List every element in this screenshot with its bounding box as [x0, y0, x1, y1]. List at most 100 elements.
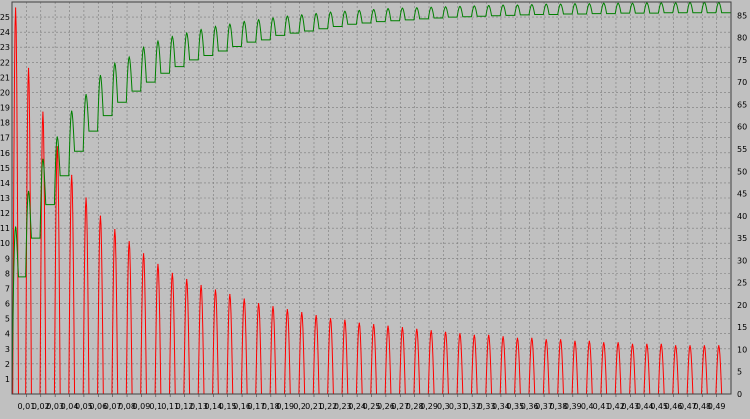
- series-peak-point: [603, 342, 605, 344]
- series-peak-point: [128, 241, 130, 243]
- series-peak-point: [258, 19, 260, 21]
- series-peak-point: [373, 8, 375, 11]
- y-left-tick-label: 17: [0, 134, 10, 143]
- series-peak-point: [157, 263, 159, 265]
- series-peak-point: [99, 215, 102, 217]
- y-left-tick-label: 16: [0, 149, 10, 158]
- series-peak-point: [344, 319, 346, 321]
- series-peak-point: [286, 15, 288, 17]
- series-peak-point: [559, 3, 562, 5]
- series-peak-point: [703, 345, 705, 347]
- chart: 1 2 3 4 5 6 7 8 9 10 11 12 13 14 15 16 17 18 19 20 21 22 23 24 2…: [0, 0, 750, 415]
- y-left-tick-label: 22: [0, 58, 10, 67]
- series-peak-point: [416, 328, 418, 330]
- series-peak-point: [574, 3, 576, 5]
- y-left-tick-label: 6: [5, 300, 10, 309]
- series-peak-point: [617, 2, 619, 4]
- series-peak-point: [272, 305, 274, 308]
- y-right-tick-label: 20: [737, 301, 747, 310]
- series-peak-point: [516, 337, 519, 339]
- series-peak-point: [502, 4, 504, 6]
- series-peak-point: [71, 110, 73, 112]
- series-peak-point: [42, 111, 44, 113]
- series-peak-point: [401, 327, 404, 329]
- x-tick-label: 0,19: [276, 402, 294, 411]
- y-left-tick-label: 1: [5, 375, 10, 384]
- series-peak-point: [114, 62, 116, 65]
- series-peak-point: [200, 284, 202, 287]
- y-left-tick-label: 21: [0, 73, 10, 82]
- y-right-tick-label: 25: [737, 279, 747, 288]
- x-tick-label: 0,39: [564, 402, 582, 411]
- series-peak-point: [315, 315, 317, 317]
- series-peak-point: [617, 342, 619, 344]
- series-peak-point: [689, 345, 691, 347]
- y-left-tick-label: 20: [0, 88, 10, 97]
- series-peak-point: [329, 11, 332, 13]
- x-tick-label: 0,3: [437, 402, 450, 411]
- series-peak-point: [588, 3, 590, 5]
- series-peak-point: [329, 318, 332, 320]
- y-right-tick-label: 85: [737, 11, 747, 20]
- series-peak-point: [186, 278, 188, 281]
- y-left-tick-label: 18: [0, 119, 10, 128]
- series-peak-point: [430, 6, 432, 8]
- y-right-tick-label: 50: [737, 167, 747, 176]
- series-peak-point: [631, 2, 634, 4]
- series-peak-point: [301, 311, 303, 314]
- y-left-tick-label: 19: [0, 104, 10, 113]
- y-right-tick-label: 45: [737, 190, 747, 199]
- series-peak-point: [358, 322, 360, 324]
- y-left-tick-label: 3: [5, 345, 10, 354]
- series-peak-point: [459, 5, 461, 8]
- series-peak-point: [229, 23, 231, 25]
- series-peak-point: [186, 32, 188, 34]
- series-peak-point: [214, 289, 217, 291]
- y-right-tick-label: 80: [737, 34, 747, 43]
- series-peak-point: [646, 343, 648, 345]
- series-peak-point: [14, 226, 17, 228]
- series-peak-point: [718, 345, 720, 347]
- series-peak-point: [444, 6, 447, 8]
- series-peak-point: [603, 2, 605, 4]
- series-peak-point: [286, 308, 288, 311]
- series-peak-point: [99, 74, 102, 77]
- series-peak-point: [71, 174, 73, 176]
- series-peak-point: [675, 345, 677, 347]
- y-right-tick-label: 60: [737, 123, 747, 132]
- y-right-tick-label: 15: [737, 323, 747, 332]
- series-peak-point: [430, 330, 432, 332]
- series-peak-point: [171, 36, 173, 38]
- chart-svg: 1234567891011121314151617181920212223242…: [0, 0, 750, 415]
- series-peak-point: [574, 340, 576, 342]
- series-peak-point: [473, 334, 475, 336]
- series-peak-point: [488, 334, 490, 336]
- series-peak-point: [473, 5, 475, 7]
- y-left-tick-label: 24: [0, 28, 10, 37]
- x-tick-label: 0,4: [581, 402, 594, 411]
- series-peak-point: [229, 293, 231, 296]
- series-peak-point: [545, 3, 547, 5]
- series-peak-point: [358, 9, 360, 12]
- x-tick-label: 0,2: [293, 402, 306, 411]
- y-left-tick-label: 10: [0, 239, 10, 248]
- y-left-tick-label: 5: [5, 315, 10, 324]
- y-left-tick-label: 13: [0, 194, 10, 203]
- x-tick-label: 0,49: [708, 402, 726, 411]
- x-tick-label: 0,09: [133, 402, 151, 411]
- series-peak-point: [401, 7, 404, 9]
- series-peak-point: [416, 7, 418, 9]
- series-peak-point: [157, 40, 159, 42]
- series-peak-point: [128, 56, 130, 58]
- series-peak-point: [559, 339, 562, 341]
- series-peak-point: [373, 324, 375, 326]
- y-right-tick-label: 65: [737, 100, 747, 109]
- y-left-tick-label: 12: [0, 209, 10, 218]
- series-peak-point: [243, 21, 245, 23]
- y-left-tick-label: 25: [0, 13, 10, 22]
- series-peak-point: [272, 17, 274, 19]
- y-right-tick-label: 10: [737, 345, 747, 354]
- y-left-tick-label: 14: [0, 179, 10, 188]
- series-peak-point: [387, 8, 389, 10]
- series-peak-point: [142, 46, 145, 49]
